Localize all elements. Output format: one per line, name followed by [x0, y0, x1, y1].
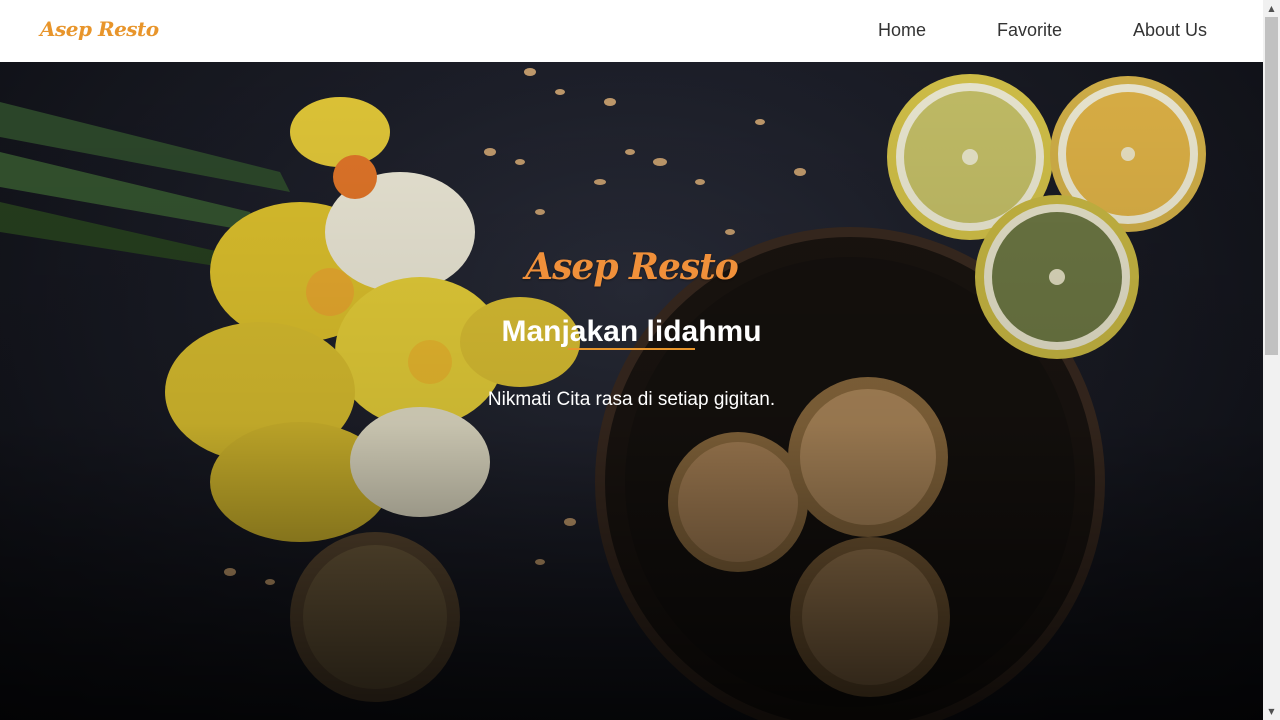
hero-subtitle: Manjakan lidahmu [501, 314, 762, 348]
nav-link-about-us[interactable]: About Us [1133, 20, 1207, 41]
hero-tagline: Nikmati Cita rasa di setiap gigitan. [487, 389, 776, 410]
hero-title: Asep Resto [525, 246, 739, 289]
page: Asep Resto Home Favorite About Us Asep R… [0, 0, 1263, 720]
nav-link-home[interactable]: Home [878, 20, 926, 41]
hero-section: Asep Resto Manjakan lidahmu Nikmati Cita… [0, 62, 1263, 720]
triangle-down-icon[interactable]: ▼ [1263, 703, 1280, 720]
scrollbar-thumb[interactable] [1265, 17, 1278, 355]
hero-divider [568, 348, 695, 350]
nav-link-favorite[interactable]: Favorite [997, 20, 1062, 41]
triangle-up-icon[interactable]: ▲ [1263, 0, 1280, 17]
vertical-scrollbar[interactable]: ▲ ▼ [1263, 0, 1280, 720]
navbar: Asep Resto Home Favorite About Us [0, 0, 1263, 62]
brand-logo[interactable]: Asep Resto [40, 17, 159, 41]
